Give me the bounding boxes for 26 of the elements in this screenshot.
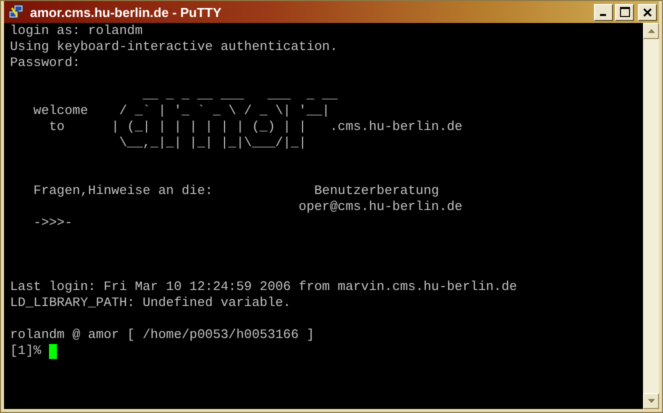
terminal-line: Last login: Fri Mar 10 12:24:59 2006 from marvin.cms.hu-berlin.de (10, 279, 518, 295)
terminal-line: Using keyboard-interactive authentication. (10, 39, 338, 55)
terminal-line: welcome / _` | '_ ` _ \ / _ \| '__| (32, 103, 330, 119)
window-title: amor.cms.hu-berlin.de - PuTTY (30, 4, 222, 20)
close-icon (643, 8, 652, 16)
maximize-button[interactable] (615, 4, 634, 20)
maximize-icon (620, 7, 630, 17)
up-arrow-icon (648, 29, 654, 33)
terminal-line: Password: (10, 55, 80, 71)
close-button[interactable] (638, 4, 657, 20)
scrollbar[interactable] (643, 23, 659, 409)
terminal-line: to | (_| | | | | | | (_) | | .cms.hu-berlin.de (48, 119, 462, 135)
terminal-line: LD_LIBRARY_PATH: Undefined variable. (10, 295, 291, 311)
terminal-line: oper@cms.hu-berlin.de (298, 199, 462, 215)
terminal-line: __ _ _ __ ___ ___ _ __ (142, 87, 338, 103)
terminal-line: login as: rolandm (10, 23, 143, 39)
down-arrow-icon (648, 399, 654, 403)
scroll-down-button[interactable] (643, 393, 659, 409)
shell-prompt: [1]% (10, 343, 42, 359)
minimize-button[interactable] (594, 4, 613, 20)
computers-icon (8, 4, 24, 20)
scroll-up-button[interactable] (643, 23, 659, 39)
terminal-line: Fragen,Hinweise an die: Benutzerberatung (32, 183, 440, 199)
terminal-line: ->>>- (32, 215, 72, 231)
terminal-line: \__,_|_| |_| |_|\___/|_| (118, 135, 306, 151)
terminal-line: rolandm @ amor [ /home/p0053/h0053166 ] (10, 327, 314, 343)
